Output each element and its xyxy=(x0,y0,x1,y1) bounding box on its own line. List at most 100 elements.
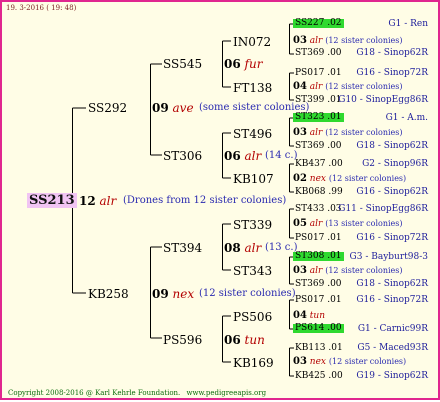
gen3-note-3: (12 sister colonies) xyxy=(328,174,407,183)
gen1-mating-num-0: 09 xyxy=(152,101,169,115)
gen3-breed-3: nex xyxy=(309,174,326,184)
gen4-colony-12[interactable]: PS017 .01 xyxy=(295,296,342,305)
gen1-mating-0: 09 ave xyxy=(152,102,194,114)
gen1-mating-1: 09 nex xyxy=(152,288,194,300)
pedigree-frame: 19. 3-2016 ( 19: 48) SS213 12 alr (Drone… xyxy=(0,0,440,400)
gen2-breed-3: tun xyxy=(244,333,265,347)
gen3-breed-6: tun xyxy=(309,311,326,321)
gen4-colony-6[interactable]: KB437 .00 xyxy=(295,160,343,169)
gen2-mating-3: 06 tun xyxy=(224,334,265,346)
gen2-breed-2: alr xyxy=(244,241,262,255)
gen4-colony-15[interactable]: KB425 .00 xyxy=(295,372,343,381)
gen4-pedigree-6: G2 - Sinop96R xyxy=(362,159,428,169)
gen1-note-1: (12 sister colonies) xyxy=(199,288,296,299)
gen2-colony-1[interactable]: ST306 xyxy=(163,150,202,162)
gen4-pedigree-10: G3 - Bayburt98-3 xyxy=(349,252,428,262)
gen2-colony-0[interactable]: SS545 xyxy=(163,58,202,70)
gen4-pedigree-5: G18 - Sinop62R xyxy=(356,141,428,151)
gen4-pedigree-14: G5 - Maced93R xyxy=(357,343,428,353)
gen1-colony-0[interactable]: SS292 xyxy=(88,102,127,114)
gen1-note-0: (some sister colonies) xyxy=(199,102,310,113)
gen4-pedigree-4: G1 - A.m. xyxy=(385,113,428,123)
gen3-note-0: (12 sister colonies) xyxy=(325,36,403,45)
gen4-colony-2[interactable]: PS017 .01 xyxy=(295,69,342,78)
gen4-colony-3[interactable]: ST399 .01 xyxy=(295,96,342,105)
gen4-colony-14[interactable]: KB113 .01 xyxy=(295,344,343,353)
gen3-breed-4: alr xyxy=(309,219,323,229)
gen3-breed-1: alr xyxy=(309,82,323,92)
gen3-colony-2[interactable]: ST496 xyxy=(233,128,272,140)
gen3-note-7: (12 sister colonies) xyxy=(328,357,407,366)
gen3-mating-0: 03 alr (12 sister colonies) xyxy=(293,36,403,46)
gen3-colony-3[interactable]: KB107 xyxy=(233,173,274,185)
gen4-pedigree-12: G16 - Sinop72R xyxy=(356,295,428,305)
gen4-colony-10[interactable]: ST308 .01 xyxy=(293,252,344,261)
gen3-mating-6: 04 tun xyxy=(293,311,325,321)
root-mating-num: 12 xyxy=(79,194,96,208)
gen3-mating-3: 02 nex (12 sister colonies) xyxy=(293,174,406,184)
gen3-mating-num-1: 04 xyxy=(293,81,307,92)
gen3-colony-5[interactable]: ST343 xyxy=(233,265,272,277)
gen3-note-2: (12 sister colonies) xyxy=(325,128,403,137)
gen4-pedigree-8: G11 - SinopEgg86R xyxy=(338,204,428,214)
gen4-pedigree-15: G19 - Sinop62R xyxy=(356,371,428,381)
gen3-colony-6[interactable]: PS506 xyxy=(233,311,272,323)
gen3-mating-num-2: 03 xyxy=(293,127,307,138)
gen4-pedigree-2: G16 - Sinop72R xyxy=(356,68,428,78)
gen4-colony-9[interactable]: PS017 .01 xyxy=(295,234,342,243)
gen3-mating-1: 04 alr (12 sister colonies) xyxy=(293,82,403,92)
copyright-text: Copyright 2008-2016 @ Karl Kehrle Founda… xyxy=(8,390,266,397)
gen4-colony-4[interactable]: ST323 .01 xyxy=(293,113,344,122)
gen2-mating-1: 06 alr xyxy=(224,150,261,162)
gen4-pedigree-0: G1 - Ren xyxy=(388,19,428,29)
gen4-pedigree-3: G10 - SinopEgg86R xyxy=(338,95,428,105)
root-colony-id[interactable]: SS213 xyxy=(27,193,77,208)
gen3-breed-7: nex xyxy=(309,357,326,367)
gen3-note-4: (13 sister colonies) xyxy=(325,219,403,228)
gen4-colony-0[interactable]: SS227 .02 xyxy=(293,19,344,28)
site-link[interactable]: www.pedigreeapis.org xyxy=(187,389,267,397)
gen2-colony-3[interactable]: PS596 xyxy=(163,334,202,346)
gen3-colony-0[interactable]: IN072 xyxy=(233,36,271,48)
gen3-breed-0: alr xyxy=(309,36,323,46)
gen4-colony-13[interactable]: PS614 .00 xyxy=(293,324,344,333)
gen4-pedigree-9: G16 - Sinop72R xyxy=(356,233,428,243)
gen2-mating-num-3: 06 xyxy=(224,333,241,347)
gen4-colony-1[interactable]: ST369 .00 xyxy=(295,49,342,58)
gen3-mating-num-3: 02 xyxy=(293,173,307,184)
gen3-note-5: (12 sister colonies) xyxy=(325,266,403,275)
gen2-colony-2[interactable]: ST394 xyxy=(163,242,202,254)
gen2-mating-2: 08 alr xyxy=(224,242,261,254)
gen2-breed-0: fur xyxy=(244,57,263,71)
gen3-breed-2: alr xyxy=(309,128,323,138)
gen1-colony-1[interactable]: KB258 xyxy=(88,288,129,300)
gen4-pedigree-11: G18 - Sinop62R xyxy=(356,279,428,289)
gen1-breed-0: ave xyxy=(172,101,194,115)
gen2-note-1: (14 c.) xyxy=(265,150,298,161)
gen4-colony-5[interactable]: ST369 .00 xyxy=(295,142,342,151)
gen3-colony-4[interactable]: ST339 xyxy=(233,219,272,231)
root-note: (Drones from 12 sister colonies) xyxy=(123,195,287,206)
gen3-mating-7: 03 nex (12 sister colonies) xyxy=(293,357,406,367)
gen3-mating-num-4: 05 xyxy=(293,218,307,229)
gen2-mating-num-2: 08 xyxy=(224,241,241,255)
gen3-breed-5: alr xyxy=(309,266,323,276)
gen4-pedigree-1: G18 - Sinop62R xyxy=(356,48,428,58)
gen3-mating-num-5: 03 xyxy=(293,265,307,276)
copyright-owner: Copyright 2008-2016 @ Karl Kehrle Founda… xyxy=(8,389,181,397)
gen3-mating-2: 03 alr (12 sister colonies) xyxy=(293,128,403,138)
gen3-colony-7[interactable]: KB169 xyxy=(233,357,274,369)
gen2-mating-num-1: 06 xyxy=(224,149,241,163)
gen4-colony-8[interactable]: ST433 .03 xyxy=(295,205,342,214)
gen3-colony-1[interactable]: FT138 xyxy=(233,82,272,94)
gen4-pedigree-13: G1 - Carnic99R xyxy=(357,324,428,334)
gen2-breed-1: alr xyxy=(244,149,262,163)
gen1-breed-1: nex xyxy=(172,287,195,301)
timestamp: 19. 3-2016 ( 19: 48) xyxy=(6,4,77,12)
root-breed: alr xyxy=(99,194,117,208)
gen2-mating-num-0: 06 xyxy=(224,57,241,71)
gen3-mating-num-0: 03 xyxy=(293,35,307,46)
gen3-mating-num-6: 04 xyxy=(293,310,307,321)
gen4-colony-7[interactable]: KB068 .99 xyxy=(295,188,343,197)
gen4-colony-11[interactable]: ST369 .00 xyxy=(295,280,342,289)
